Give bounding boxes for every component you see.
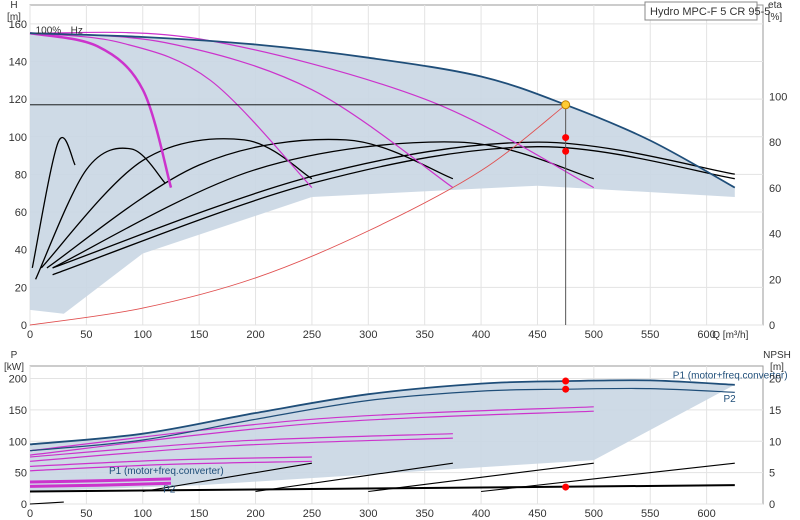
speed-annotation: Hz [71, 25, 83, 36]
duty-eta-dot-lower [562, 147, 570, 155]
lower-panel [29, 365, 764, 505]
y-tick-label: 0 [21, 320, 27, 332]
x-tick-label: 150 [190, 329, 208, 341]
duty-point-dot [562, 483, 570, 491]
y-axis-label: H [10, 0, 17, 11]
x-tick-label: 600 [697, 508, 715, 520]
y-tick-label: 40 [15, 245, 27, 257]
series-label: P1 (motor+freq.converter) [109, 466, 224, 477]
x-axis-label: Q [m³/h] [712, 330, 748, 341]
y-axis-unit: [m] [7, 12, 21, 23]
y-right-tick-label: 15 [769, 405, 781, 417]
x-tick-label: 500 [585, 329, 603, 341]
x-tick-label: 0 [27, 329, 33, 341]
p-axis-unit: [kW] [4, 362, 24, 373]
npsh-axis-label: NPSH [763, 350, 791, 361]
y-tick-label: 60 [15, 207, 27, 219]
y-tick-label: 50 [15, 468, 27, 480]
x-tick-label: 550 [641, 508, 659, 520]
x-tick-label: 350 [416, 508, 434, 520]
x-tick-label: 0 [27, 508, 33, 520]
x-tick-label: 100 [134, 329, 152, 341]
x-tick-label: 200 [246, 508, 264, 520]
x-tick-label: 400 [472, 508, 490, 520]
y-right-tick-label: 20 [769, 274, 781, 286]
x-tick-label: 50 [80, 508, 92, 520]
x-tick-label: 400 [472, 329, 490, 341]
y-right-tick-label: 5 [769, 468, 775, 480]
p-axis-label: P [11, 350, 18, 361]
x-tick-label: 350 [416, 329, 434, 341]
duty-point-dot [562, 385, 570, 393]
y-right-tick-label: 0 [769, 320, 775, 332]
upper-panel [29, 4, 764, 326]
x-tick-label: 200 [246, 329, 264, 341]
y-right-tick-label: 100 [769, 91, 787, 103]
y-tick-label: 0 [21, 499, 27, 511]
x-tick-label: 300 [359, 329, 377, 341]
y-tick-label: 120 [9, 94, 27, 106]
x-tick-label: 300 [359, 508, 377, 520]
x-tick-label: 550 [641, 329, 659, 341]
y-tick-label: 150 [9, 405, 27, 417]
y-tick-label: 20 [15, 282, 27, 294]
x-tick-label: 100 [134, 508, 152, 520]
series-label: P2 [163, 485, 176, 496]
y-tick-label: 140 [9, 56, 27, 68]
x-tick-label: 150 [190, 508, 208, 520]
x-tick-label: 500 [585, 508, 603, 520]
speed-annotation: 100% [36, 25, 62, 36]
y-right-tick-label: 10 [769, 436, 781, 448]
y-right-tick-label: 20 [769, 374, 781, 386]
duty-point-dot [562, 377, 570, 385]
x-tick-label: 250 [303, 508, 321, 520]
chart-title: Hydro MPC-F 5 CR 95-5 [650, 6, 770, 18]
y-right-tick-label: 40 [769, 229, 781, 241]
y-tick-label: 80 [15, 169, 27, 181]
y-tick-label: 200 [9, 374, 27, 386]
x-tick-label: 250 [303, 329, 321, 341]
duty-eta-dot-upper [562, 134, 570, 142]
y-right-tick-label: 0 [769, 499, 775, 511]
x-tick-label: 50 [80, 329, 92, 341]
y-right-tick-label: 80 [769, 137, 781, 149]
pump-performance-chart: 100% Hz0 50 100 150 200 250 300 350 400 450 500 550 6… [4, 0, 791, 520]
npsh-axis-unit: [m] [770, 362, 784, 373]
y-tick-label: 100 [9, 132, 27, 144]
y-right-tick-label: 60 [769, 183, 781, 195]
duty-point-marker [561, 100, 571, 110]
series-label: P2 [724, 394, 737, 405]
x-tick-label: 450 [528, 508, 546, 520]
x-tick-label: 450 [528, 329, 546, 341]
y-tick-label: 100 [9, 436, 27, 448]
